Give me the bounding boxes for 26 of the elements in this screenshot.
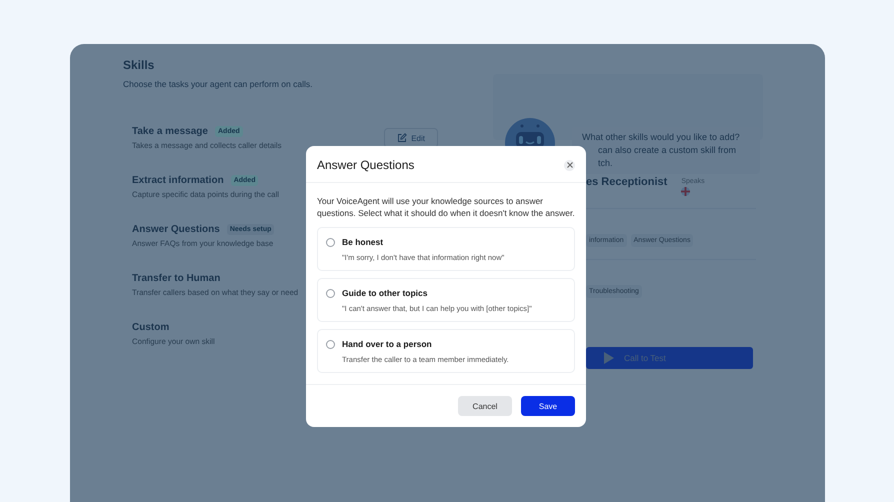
close-icon <box>566 162 572 168</box>
dialog-title: Answer Questions <box>317 158 414 172</box>
section-subtitle: Choose the tasks your agent can perform on calls. <box>123 79 314 89</box>
skill-name: Transfer to Human <box>132 273 220 284</box>
option-title: Be honest <box>342 237 384 247</box>
radio-button[interactable] <box>326 238 335 247</box>
dialog-description: Your VoiceAgent will use your knowledge sources to answer questions. Select what it should do when it doesn't know the answer. <box>317 195 575 219</box>
chat-text: tch. <box>597 157 614 170</box>
chat-text: can also create a custom skill from <box>597 144 738 157</box>
skill-name: Extract information <box>132 175 224 186</box>
skill-name: Custom <box>132 322 170 333</box>
radio-button[interactable] <box>326 289 335 298</box>
save-button[interactable]: Save <box>521 396 575 416</box>
option-title: Hand over to a person <box>342 339 433 349</box>
agent-name: es Receptionist <box>586 176 668 190</box>
chat-text: What other skills would you like to add? <box>582 131 741 144</box>
radio-button[interactable] <box>326 340 335 349</box>
skill-name: Take a message <box>132 126 208 137</box>
option-title: Guide to other topics <box>342 288 428 298</box>
close-button[interactable] <box>564 160 575 170</box>
section-title: Skills <box>123 58 156 72</box>
skill-name: Answer Questions <box>132 224 220 235</box>
flag-icon <box>681 187 690 196</box>
cancel-button[interactable]: Cancel <box>458 396 512 416</box>
play-icon <box>604 352 614 364</box>
edit-icon <box>397 133 408 143</box>
